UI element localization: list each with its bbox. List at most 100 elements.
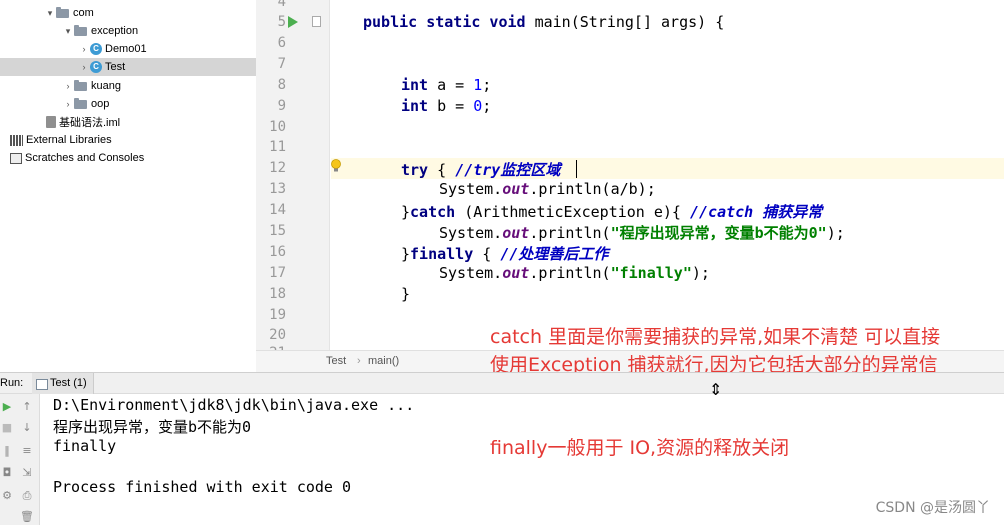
code-line-14: }catch (ArithmeticException e){ //catch … [401,201,822,222]
folder-icon [56,6,69,18]
code-line-16: }finally { //处理善后工作 [401,243,608,264]
tree-item-label: oop [91,98,110,110]
soft-wrap-icon[interactable]: ≡ [20,444,34,458]
line-number: 10 [269,119,286,135]
run-main-icon[interactable] [288,16,298,28]
text-cursor [576,160,577,178]
keyword: try [401,161,429,179]
tree-item-external-libraries[interactable]: External Libraries [0,131,256,149]
library-icon [10,134,23,146]
breadcrumb-item-class[interactable]: Test [326,355,346,367]
line-number: 19 [269,307,286,323]
code-line-17: System.out.println("finally"); [439,264,710,282]
line-number: 7 [277,56,286,72]
annotation-finally: finally一般用于 IO,资源的释放关闭 [490,437,790,459]
code-text: } [401,285,411,303]
line-number: 16 [269,244,286,260]
keyword: public static void [363,13,535,31]
tree-item-kuang[interactable]: › kuang [0,77,256,95]
code-text: (ArithmeticException e){ [455,203,690,221]
code-line-15: System.out.println("程序出现异常，变量b不能为0"); [439,222,845,243]
project-panel: ▾ com ▾ exception › C Demo01 › C Test › … [0,0,256,362]
tree-item-label: Test [105,61,126,73]
tree-item-label: com [73,7,94,19]
rerun-icon[interactable]: ▶ [0,400,14,414]
code-text: main(String[] args) { [534,13,725,31]
java-class-icon: C [90,43,102,55]
camera-icon[interactable]: ◘ [0,466,14,480]
tree-item-exception[interactable]: ▾ exception [0,22,256,40]
line-number: 12 [269,160,286,176]
print-icon[interactable]: ⎙ [20,489,34,503]
code-text: .println( [529,224,611,242]
module-file-icon [46,116,56,128]
string-literal: "程序出现异常，变量b不能为0" [610,224,827,242]
code-text: { [473,245,501,263]
scratches-icon [10,152,22,164]
number-literal: 0 [473,97,483,115]
chevron-right-icon[interactable]: › [62,81,74,91]
code-text: a = [437,76,474,94]
folder-icon [74,79,87,91]
code-text: .println( [529,264,611,282]
console-line-finally: finally [53,437,117,455]
arrow-down-icon[interactable]: ↓ [20,421,34,435]
code-text: .println(a/b); [529,180,656,198]
code-line-13: System.out.println(a/b); [439,180,656,198]
pause-icon[interactable]: ‖ [0,444,14,458]
code-text: ); [826,224,845,242]
line-number: 17 [269,265,286,281]
chevron-right-icon[interactable]: › [78,62,90,72]
tree-item-label: External Libraries [26,134,112,146]
stop-icon[interactable]: ■ [0,421,14,435]
code-line-8: int a = 1; [401,76,491,94]
code-line-12: try { //try监控区域 [401,159,560,180]
tree-item-iml[interactable]: 基础语法.iml [0,113,256,131]
console-line-exception-msg: 程序出现异常，变量b不能为0 [53,418,252,436]
settings-icon[interactable]: ⚙ [0,489,14,503]
tree-item-scratches[interactable]: Scratches and Consoles [0,149,256,167]
chevron-right-icon[interactable]: › [62,99,74,109]
line-number: 14 [269,202,286,218]
code-line-9: int b = 0; [401,97,491,115]
static-field: out [502,264,530,282]
keyword: finally [410,245,474,263]
line-number: 18 [269,286,286,302]
tree-item-label: Scratches and Consoles [25,152,145,164]
code-line-5: public static void main(String[] args) { [363,13,724,31]
chevron-down-icon[interactable]: ▾ [44,8,56,19]
code-text: ; [482,76,492,94]
lightbulb-icon[interactable] [330,159,342,173]
watermark: CSDN @是汤圆丫 [875,500,990,516]
tree-item-com[interactable]: ▾ com [0,4,256,22]
number-literal: 1 [473,76,483,94]
chevron-down-icon[interactable]: ▾ [62,26,74,37]
console-line-exit: Process finished with exit code 0 [53,478,352,496]
tree-item-oop[interactable]: › oop [0,95,256,113]
arrow-up-icon[interactable]: ↑ [20,400,34,414]
java-class-icon: C [90,61,102,73]
tree-item-label: 基础语法.iml [59,117,121,129]
run-toolbar: ▶ ↑ ■ ↓ ‖ ≡ ◘ ⇲ ⚙ ⎙ 🗑 [0,394,40,525]
tree-item-test[interactable]: › C Test [0,58,256,76]
scroll-to-end-icon[interactable]: ⇲ [20,466,34,480]
line-number: 13 [269,181,286,197]
fold-marker-icon[interactable] [312,16,321,27]
comment: //catch 捕获异常 [690,203,823,221]
line-number: 9 [277,98,286,114]
code-text: { [428,161,456,179]
run-panel-header: Run: Test (1) [0,372,1004,394]
keyword: int [401,97,438,115]
code-text: System. [439,180,503,198]
string-literal: "finally" [610,264,692,282]
tree-item-demo01[interactable]: › C Demo01 [0,40,256,58]
chevron-right-icon[interactable]: › [78,44,90,54]
breadcrumb-item-method[interactable]: main() [368,355,399,367]
code-line-18: } [401,285,410,303]
tree-item-label: Demo01 [105,43,147,55]
static-field: out [502,180,530,198]
tab-run-test[interactable]: Test (1) [32,373,94,394]
comment: //处理善后工作 [500,245,609,263]
trash-icon[interactable]: 🗑 [20,510,34,524]
line-number: 11 [269,139,286,155]
